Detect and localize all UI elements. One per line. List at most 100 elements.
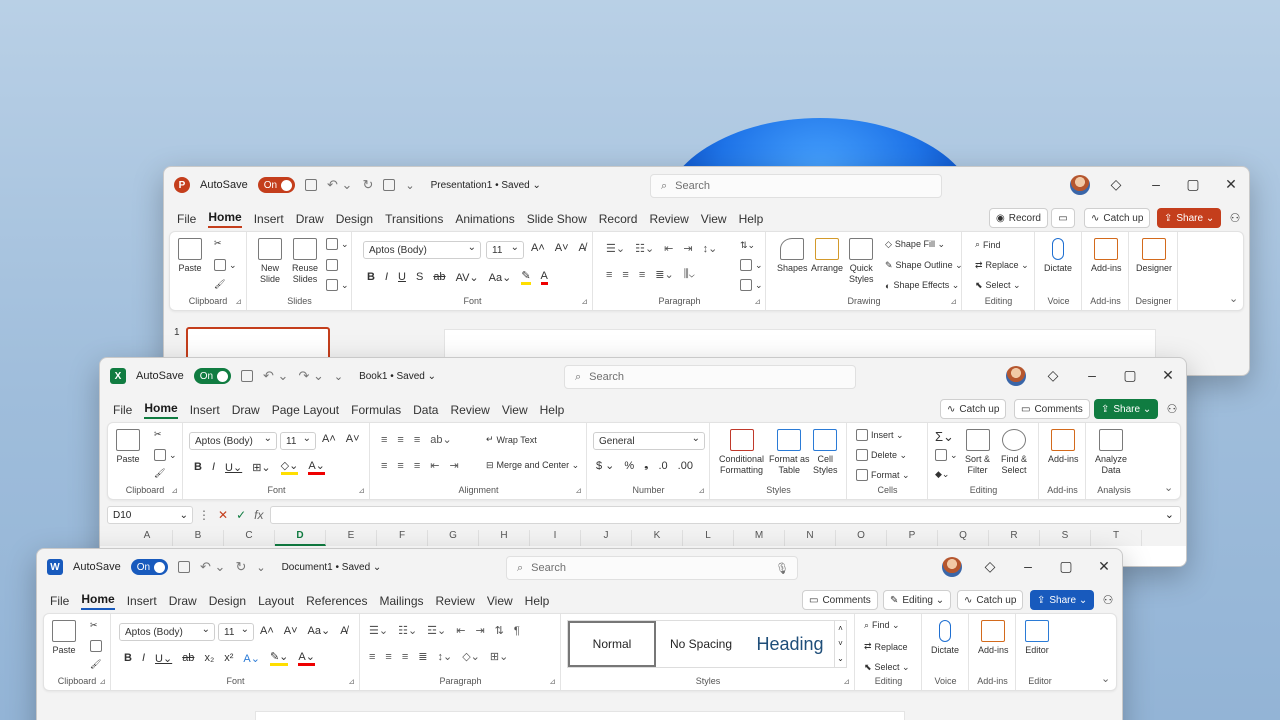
cut-icon[interactable]: ✂: [154, 429, 162, 440]
maximize-icon[interactable]: ▢: [1183, 176, 1203, 193]
autosave-toggle[interactable]: On: [130, 559, 169, 575]
paste-button[interactable]: Paste: [178, 238, 202, 274]
find-select-button[interactable]: Find & Select: [1001, 429, 1027, 476]
currency-icon[interactable]: $ ⌄: [596, 459, 614, 472]
font-name-dropdown[interactable]: Aptos (Body): [119, 623, 215, 641]
avatar[interactable]: [1006, 366, 1026, 386]
cut-icon[interactable]: ✂: [214, 238, 222, 249]
strike-icon[interactable]: ab: [182, 652, 194, 664]
column-header[interactable]: A: [122, 530, 173, 546]
italic-icon[interactable]: I: [142, 652, 145, 664]
addins-button[interactable]: Add-ins: [1091, 238, 1122, 274]
font-size-dropdown[interactable]: 11: [218, 623, 254, 641]
decrease-indent-icon[interactable]: ⇤: [456, 624, 465, 637]
tab-help[interactable]: Help: [540, 403, 565, 417]
increase-indent-icon[interactable]: ⇥: [449, 459, 458, 472]
align-text-icon[interactable]: ⌄: [740, 259, 763, 271]
borders-icon[interactable]: ⊞⌄: [252, 461, 270, 474]
editing-mode-button[interactable]: ✎ Editing ⌄: [883, 590, 952, 610]
tab-insert[interactable]: Insert: [254, 212, 284, 226]
tab-help[interactable]: Help: [739, 212, 764, 226]
undo-icon[interactable]: ↶ ⌄: [327, 177, 352, 193]
tab-view[interactable]: View: [487, 594, 513, 608]
italic-icon[interactable]: I: [212, 461, 215, 473]
tab-layout[interactable]: Layout: [258, 594, 294, 608]
style-normal[interactable]: Normal: [568, 621, 656, 667]
font-name-dropdown[interactable]: Aptos (Body): [189, 432, 277, 450]
superscript-icon[interactable]: x²: [224, 652, 233, 664]
column-header[interactable]: H: [479, 530, 530, 546]
document-title[interactable]: Presentation1 • Saved ⌄: [431, 180, 541, 191]
column-header[interactable]: M: [734, 530, 785, 546]
decrease-indent-icon[interactable]: ⇤: [430, 459, 439, 472]
column-header[interactable]: D: [275, 530, 326, 546]
launcher-icon[interactable]: ⊿: [549, 677, 556, 686]
ribbon-collapse-icon[interactable]: ⌄: [1101, 672, 1110, 685]
share-button[interactable]: ⇪ Share ⌄: [1030, 590, 1095, 610]
launcher-icon[interactable]: ⊿: [754, 297, 761, 306]
highlight-icon[interactable]: ✎⌄: [269, 650, 289, 666]
bullets-icon[interactable]: ☰⌄: [606, 242, 625, 255]
dictate-button[interactable]: Dictate: [1044, 238, 1072, 274]
shapes-button[interactable]: Shapes: [777, 238, 808, 274]
underline-icon[interactable]: U: [398, 271, 406, 283]
tab-view[interactable]: View: [502, 403, 528, 417]
column-header[interactable]: Q: [938, 530, 989, 546]
launcher-icon[interactable]: ⊿: [843, 677, 850, 686]
cut-icon[interactable]: ✂: [90, 620, 98, 631]
grow-font-icon[interactable]: A˄: [322, 433, 336, 445]
replace-button[interactable]: ⇄ Replace: [864, 641, 908, 652]
column-header[interactable]: T: [1091, 530, 1142, 546]
select-button[interactable]: ⬉ Select ⌄: [975, 280, 1021, 291]
tab-mailings[interactable]: Mailings: [379, 594, 423, 608]
fill-icon[interactable]: ⌄: [935, 449, 958, 461]
tab-draw[interactable]: Draw: [232, 403, 260, 417]
maximize-icon[interactable]: ▢: [1120, 367, 1140, 384]
redo-icon[interactable]: ↻: [235, 559, 246, 575]
copilot-icon[interactable]: ⚇: [1098, 590, 1118, 610]
column-header[interactable]: F: [377, 530, 428, 546]
format-painter-icon[interactable]: 🖌: [214, 279, 225, 290]
column-header[interactable]: B: [173, 530, 224, 546]
column-header[interactable]: R: [989, 530, 1040, 546]
launcher-icon[interactable]: ⊿: [171, 486, 178, 495]
underline-icon[interactable]: U⌄: [225, 461, 242, 474]
bold-icon[interactable]: B: [367, 271, 375, 283]
gallery-scroll[interactable]: ˄ ˅ ⌄: [834, 621, 846, 667]
tab-home[interactable]: Home: [144, 401, 178, 419]
tab-draw[interactable]: Draw: [169, 594, 197, 608]
more-icon[interactable]: ⋮: [198, 508, 210, 522]
chevron-down-icon[interactable]: ⌄: [1165, 508, 1174, 521]
diamond-icon[interactable]: ◇: [1043, 367, 1063, 384]
clear-format-icon[interactable]: A̸: [340, 625, 347, 637]
tab-insert[interactable]: Insert: [127, 594, 157, 608]
clear-icon[interactable]: ◆⌄: [935, 469, 949, 480]
grow-font-icon[interactable]: A˄: [531, 242, 545, 254]
align-right-icon[interactable]: ≡: [639, 269, 645, 281]
save-icon[interactable]: [305, 179, 318, 191]
align-center-icon[interactable]: ≡: [622, 269, 628, 281]
launcher-icon[interactable]: ⊿: [348, 677, 355, 686]
grow-font-icon[interactable]: A˄: [260, 625, 274, 637]
minimize-icon[interactable]: –: [1018, 558, 1038, 574]
launcher-icon[interactable]: ⊿: [581, 297, 588, 306]
customize-qat-icon[interactable]: ⌄: [334, 370, 343, 383]
document-page[interactable]: [255, 711, 905, 720]
align-center-icon[interactable]: ≡: [385, 651, 391, 663]
style-no-spacing[interactable]: No Spacing: [656, 621, 746, 667]
launcher-icon[interactable]: ⊿: [698, 486, 705, 495]
change-case-icon[interactable]: Aa⌄: [308, 624, 331, 637]
font-size-dropdown[interactable]: 11: [280, 432, 316, 450]
tab-home[interactable]: Home: [208, 210, 242, 228]
autosave-toggle[interactable]: On: [257, 177, 296, 193]
save-icon[interactable]: [178, 561, 191, 573]
catch-up-button[interactable]: ∿ Catch up: [940, 399, 1007, 419]
dictate-button[interactable]: Dictate: [931, 620, 959, 656]
document-title[interactable]: Book1 • Saved ⌄: [359, 371, 436, 382]
case-icon[interactable]: Aa⌄: [489, 271, 512, 284]
avatar[interactable]: [942, 557, 962, 577]
conditional-formatting-button[interactable]: Conditional Formatting: [719, 429, 764, 476]
launcher-icon[interactable]: ⊿: [950, 297, 957, 306]
undo-icon[interactable]: ↶ ⌄: [263, 368, 288, 384]
find-button[interactable]: ⌕ Find ⌄: [864, 620, 900, 631]
